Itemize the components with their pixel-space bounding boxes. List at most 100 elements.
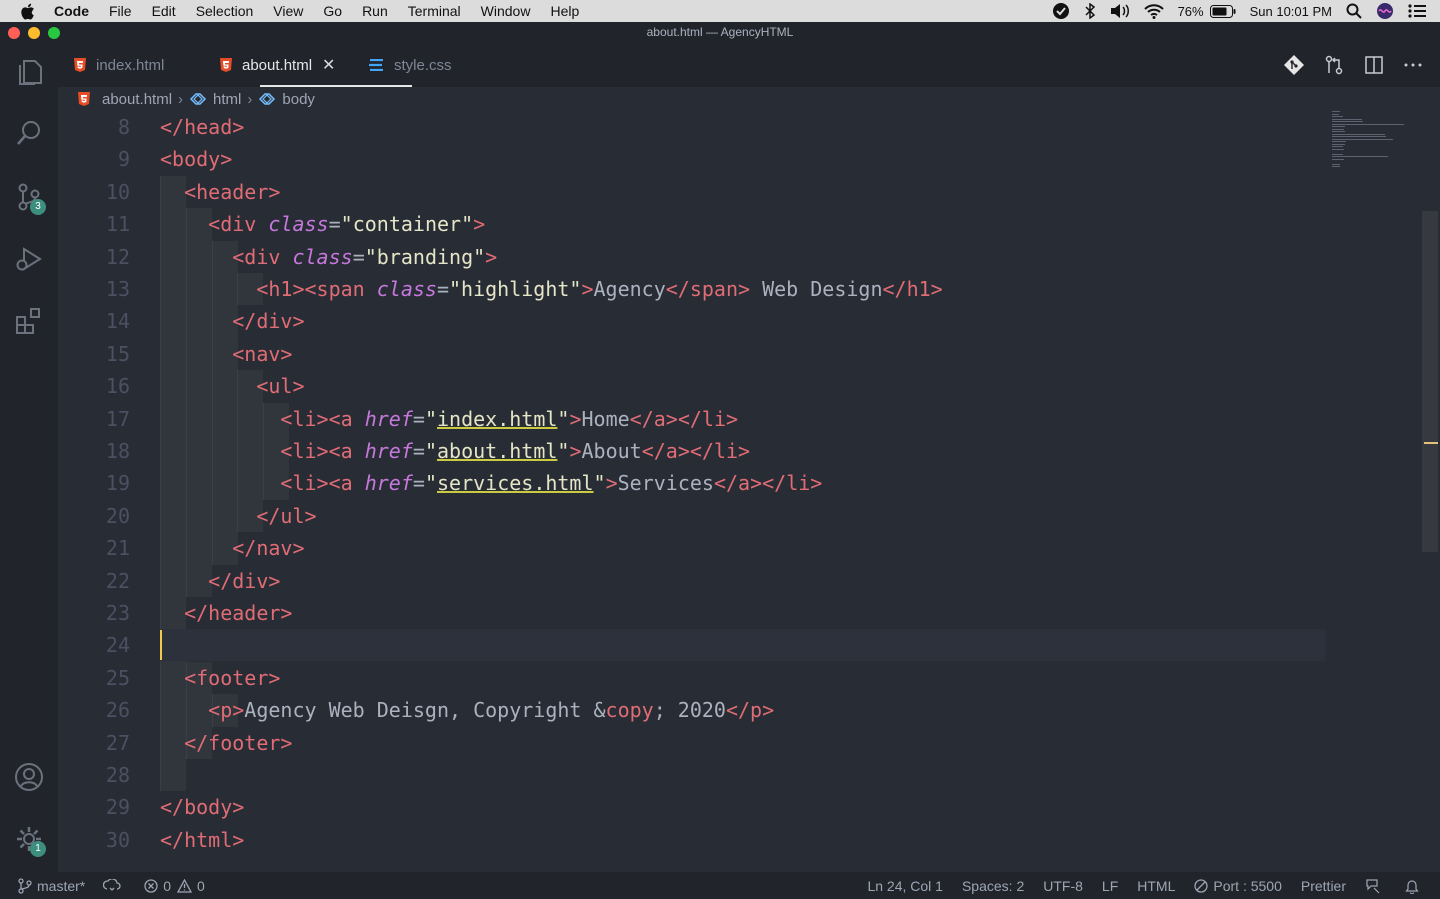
code-line[interactable]: 30 </html> — [58, 824, 1440, 856]
code-line[interactable]: 28 — [58, 759, 1440, 791]
code-line[interactable]: 14 </div> — [58, 305, 1440, 337]
code-line[interactable]: 24 — [58, 629, 1440, 662]
accounts-icon[interactable] — [0, 755, 58, 799]
code-line[interactable]: 12 <div class="branding"> — [58, 241, 1440, 273]
git-graph-icon[interactable] — [1284, 55, 1304, 75]
run-debug-icon[interactable] — [0, 237, 58, 281]
window-close-button[interactable] — [8, 27, 20, 39]
source-control-icon[interactable]: 3 — [0, 175, 58, 219]
code-line[interactable]: 29 </body> — [58, 791, 1440, 823]
code-token: </html> — [160, 827, 245, 852]
menu-go[interactable]: Go — [323, 0, 342, 22]
menu-run[interactable]: Run — [362, 0, 388, 22]
code-editor[interactable]: 8 </head> 9 <body> 10 <header> 11 <div class=… — [58, 111, 1440, 872]
tab-about-html[interactable]: about.html ✕ — [220, 43, 335, 87]
git-branch[interactable]: master* — [18, 878, 85, 894]
apple-logo-icon[interactable] — [20, 3, 36, 19]
menu-help[interactable]: Help — [550, 0, 579, 22]
code-text: <div class="container"> — [160, 208, 485, 240]
menu-app-code[interactable]: Code — [54, 0, 89, 22]
indentation[interactable]: Spaces: 2 — [962, 878, 1024, 894]
menu-view[interactable]: View — [273, 0, 303, 22]
code-token: </p> — [725, 698, 775, 723]
tab-close-icon[interactable]: ✕ — [322, 55, 335, 75]
live-server-port[interactable]: Port : 5500 — [1194, 878, 1282, 894]
code-token: = — [412, 439, 425, 463]
window-maximize-button[interactable] — [48, 27, 60, 39]
battery-icon[interactable] — [1209, 4, 1236, 18]
encoding[interactable]: UTF-8 — [1043, 878, 1083, 894]
code-line[interactable]: 18 <li><a href="about.html">About</a></l… — [58, 435, 1440, 467]
notification-center-icon[interactable] — [1408, 4, 1426, 18]
code-line[interactable]: 20 </ul> — [58, 500, 1440, 532]
code-line[interactable]: 13 <h1><span class="highlight">Agency</s… — [58, 273, 1440, 305]
html5-icon — [78, 92, 90, 106]
code-line[interactable]: 15 <nav> — [58, 338, 1440, 370]
code-line[interactable]: 10 <header> — [58, 176, 1440, 208]
code-line[interactable]: 9 <body> — [58, 143, 1440, 175]
volume-icon[interactable] — [1110, 3, 1130, 19]
breadcrumb-body[interactable]: body — [282, 91, 315, 108]
bluetooth-icon[interactable] — [1084, 3, 1096, 19]
symbol-element-icon — [258, 92, 276, 106]
language-mode[interactable]: HTML — [1137, 878, 1175, 894]
code-line[interactable]: 26 <p>Agency Web Deisgn, Copyright &copy… — [58, 694, 1440, 726]
open-changes-icon[interactable] — [1324, 55, 1344, 75]
clock[interactable]: Sun 10:01 PM — [1250, 4, 1332, 19]
code-token: <header> — [184, 179, 281, 204]
tab-index-html[interactable]: index.html — [74, 43, 164, 87]
code-line[interactable]: 21 </nav> — [58, 532, 1440, 564]
code-token: </a></li> — [629, 406, 739, 431]
code-line[interactable]: 8 </head> — [58, 111, 1440, 143]
menu-window[interactable]: Window — [481, 0, 531, 22]
menu-terminal[interactable]: Terminal — [408, 0, 461, 22]
code-token: "container" — [340, 212, 474, 237]
end-of-line[interactable]: LF — [1102, 878, 1118, 894]
code-token: <h1><span — [256, 277, 377, 301]
notifications-bell-icon[interactable] — [1405, 878, 1424, 894]
menu-edit[interactable]: Edit — [152, 0, 176, 22]
breadcrumb-file[interactable]: about.html — [102, 91, 172, 108]
line-number: 24 — [105, 633, 130, 658]
spotlight-search-icon[interactable] — [1346, 3, 1362, 19]
manage-gear-icon[interactable]: 1 — [0, 817, 58, 861]
more-actions-icon[interactable] — [1404, 63, 1422, 67]
menu-file[interactable]: File — [109, 0, 132, 22]
window-minimize-button[interactable] — [28, 27, 40, 39]
feedback-icon[interactable] — [1365, 878, 1386, 894]
menu-selection[interactable]: Selection — [196, 0, 254, 22]
tab-style-css[interactable]: style.css — [368, 43, 452, 87]
code-line[interactable]: 22 </div> — [58, 565, 1440, 597]
explorer-icon[interactable] — [0, 49, 58, 93]
prettier-formatter[interactable]: Prettier — [1301, 878, 1346, 894]
code-line[interactable]: 23 </header> — [58, 597, 1440, 629]
css3-icon — [368, 59, 384, 71]
error-icon — [144, 878, 158, 893]
cursor-position[interactable]: Ln 24, Col 1 — [867, 878, 943, 894]
window-title-bar: about.html — AgencyHTML — [0, 22, 1440, 43]
code-text: <header> — [160, 176, 280, 208]
split-editor-icon[interactable] — [1364, 56, 1384, 74]
code-token: "highlight" — [449, 277, 582, 301]
code-line[interactable]: 19 <li><a href="services.html">Services<… — [58, 467, 1440, 499]
tab-label: about.html — [242, 56, 313, 74]
problems-indicator[interactable]: 0 0 — [144, 878, 205, 894]
code-line[interactable]: 11 <div class="container"> — [58, 208, 1440, 240]
sync-icon[interactable] — [103, 878, 126, 893]
vpn-status-icon[interactable] — [1052, 2, 1070, 20]
wifi-icon[interactable] — [1143, 3, 1164, 19]
siri-icon[interactable] — [1376, 2, 1394, 20]
code-line[interactable]: 17 <li><a href="index.html">Home</a></li… — [58, 403, 1440, 435]
search-icon[interactable] — [0, 111, 58, 155]
code-text: <li><a href="about.html">About</a></li> — [160, 435, 750, 467]
code-text: <nav> — [160, 338, 292, 370]
code-line[interactable]: 16 <ul> — [58, 370, 1440, 402]
code-line[interactable]: 25 <footer> — [58, 662, 1440, 694]
breadcrumb-html[interactable]: html — [213, 91, 241, 108]
code-line[interactable]: 27 </footer> — [58, 727, 1440, 759]
extensions-icon[interactable] — [0, 299, 58, 343]
code-token: </ul> — [256, 503, 317, 528]
